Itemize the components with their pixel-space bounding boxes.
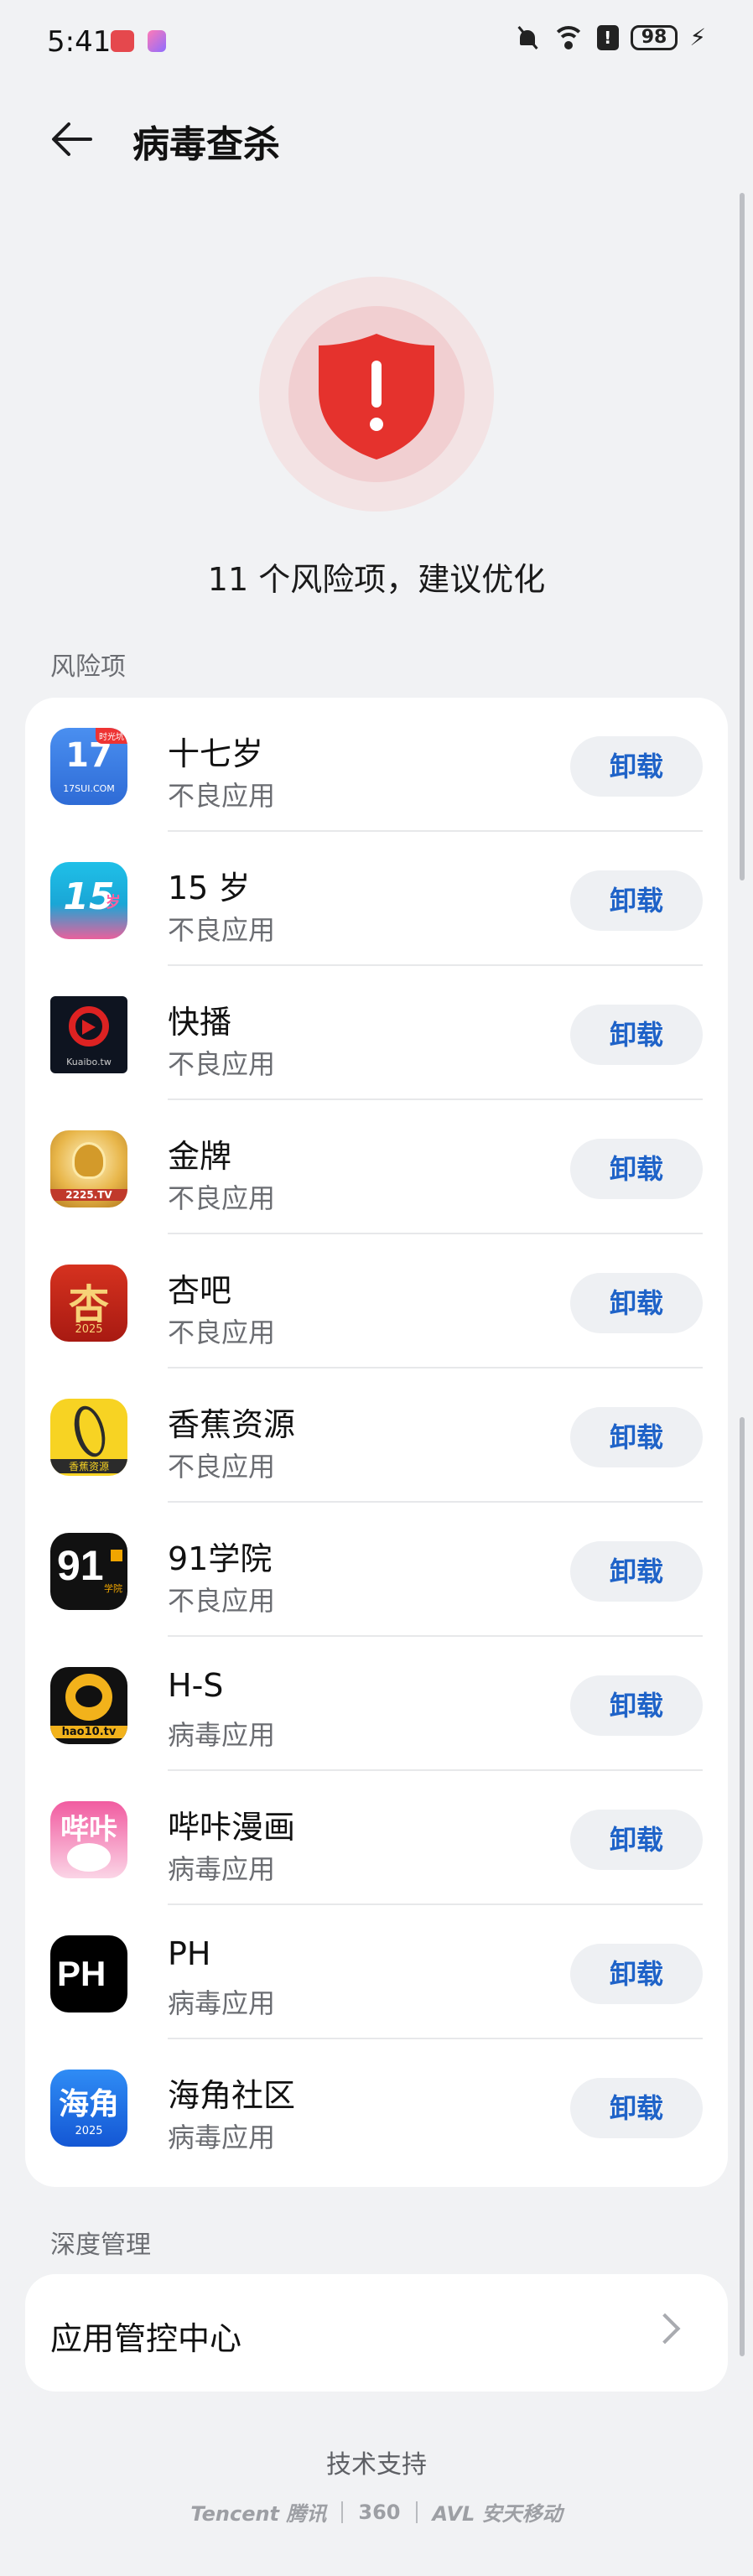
notification-icon	[148, 30, 166, 52]
scan-summary: 11 个风险项，建议优化	[207, 561, 546, 598]
app-name: H-S	[168, 1667, 224, 1704]
avl-logo: AVL 安天移动	[432, 2502, 563, 2526]
app-risk-type: 不良应用	[168, 1451, 276, 1483]
app-risk-type: 病毒应用	[168, 1987, 276, 2019]
app-name: PH	[168, 1935, 211, 1972]
shield-alert-icon	[319, 334, 434, 460]
app-haijiao-icon: 海角 2025	[50, 2070, 127, 2147]
virus-scan-page: 5:41 ! 98 ⚡ 病毒查杀 11 个风险项，建议优化 风险项 17 17S…	[0, 0, 753, 2576]
risk-list: 17 17SUI.COM 时光坑 十七岁 不良应用 卸载 15 岁 15 岁 不…	[25, 698, 728, 2187]
app-name: 十七岁	[168, 735, 264, 772]
app-name: 金牌	[168, 1138, 232, 1175]
list-item[interactable]: PH PH 病毒应用 卸载	[25, 1905, 728, 2039]
app-name: 快播	[168, 1004, 232, 1041]
list-item[interactable]: 91 学院 91学院 不良应用 卸载	[25, 1503, 728, 1637]
deep-section-label: 深度管理	[50, 2231, 151, 2260]
360-logo: 360	[358, 2500, 401, 2524]
alert-icon: !	[596, 24, 619, 50]
app-risk-type: 不良应用	[168, 780, 276, 812]
app-risk-type: 不良应用	[168, 1585, 276, 1617]
tech-support-label: 技术支持	[326, 2450, 427, 2480]
scrollbar[interactable]	[740, 1417, 745, 2356]
app-17sui-icon: 17 17SUI.COM 时光坑	[50, 728, 127, 805]
list-item[interactable]: 17 17SUI.COM 时光坑 十七岁 不良应用 卸载	[25, 698, 728, 832]
app-name: 海角社区	[168, 2077, 296, 2114]
app-15sui-icon: 15 岁	[50, 862, 127, 939]
app-picacomic-icon: 哔咔	[50, 1801, 127, 1878]
uninstall-button[interactable]: 卸载	[570, 736, 703, 797]
battery-icon: 98	[630, 24, 678, 50]
wifi-icon	[551, 24, 585, 51]
brand-logos: Tencent 腾讯 360 AVL 安天移动	[0, 2497, 753, 2527]
chevron-right-icon	[649, 2313, 681, 2345]
scrollbar[interactable]	[740, 193, 745, 880]
app-risk-type: 不良应用	[168, 1182, 276, 1214]
list-item[interactable]: hao10.tv H-S 病毒应用 卸载	[25, 1637, 728, 1771]
arrow-left-icon[interactable]	[49, 116, 96, 163]
app-jinpai-icon: 2225.TV	[50, 1130, 127, 1208]
tencent-logo: Tencent 腾讯	[190, 2502, 327, 2526]
list-item[interactable]: 海角 2025 海角社区 病毒应用 卸载	[25, 2039, 728, 2174]
uninstall-button[interactable]: 卸载	[570, 1005, 703, 1065]
page-title: 病毒查杀	[132, 123, 280, 166]
app-xingba-icon: 杏 2025	[50, 1265, 127, 1342]
uninstall-button[interactable]: 卸载	[570, 1675, 703, 1736]
app-control-center-label: 应用管控中心	[50, 2320, 242, 2357]
app-risk-type: 不良应用	[168, 1317, 276, 1348]
charging-icon: ⚡	[689, 23, 706, 51]
app-risk-type: 病毒应用	[168, 2122, 276, 2153]
mute-icon	[515, 25, 540, 50]
list-item[interactable]: 香蕉资源 香蕉资源 不良应用 卸载	[25, 1368, 728, 1503]
app-risk-type: 病毒应用	[168, 1853, 276, 1885]
list-item[interactable]: 2225.TV 金牌 不良应用 卸载	[25, 1100, 728, 1234]
list-item[interactable]: 哔咔 哔咔漫画 病毒应用 卸载	[25, 1771, 728, 1905]
app-risk-type: 不良应用	[168, 1048, 276, 1080]
app-name: 哔咔漫画	[168, 1809, 296, 1846]
risk-section-label: 风险项	[50, 652, 126, 682]
status-icons: ! 98 ⚡	[515, 23, 706, 51]
app-control-center-item[interactable]: 应用管控中心	[25, 2274, 728, 2392]
app-risk-type: 病毒应用	[168, 1719, 276, 1751]
notification-icon	[111, 30, 134, 52]
app-risk-type: 不良应用	[168, 914, 276, 946]
uninstall-button[interactable]: 卸载	[570, 2078, 703, 2138]
list-item[interactable]: Kuaibo.tw 快播 不良应用 卸载	[25, 966, 728, 1100]
uninstall-button[interactable]: 卸载	[570, 1541, 703, 1602]
app-banana-icon: 香蕉资源	[50, 1399, 127, 1476]
uninstall-button[interactable]: 卸载	[570, 1944, 703, 2004]
app-name: 杏吧	[168, 1272, 232, 1309]
app-name: 香蕉资源	[168, 1406, 296, 1443]
divider	[341, 2501, 344, 2523]
uninstall-button[interactable]: 卸载	[570, 1407, 703, 1467]
app-kuaibo-icon: Kuaibo.tw	[50, 996, 127, 1073]
app-ph-icon: PH	[50, 1935, 127, 2012]
app-name: 91学院	[168, 1540, 273, 1577]
app-hs-icon: hao10.tv	[50, 1667, 127, 1744]
status-bar: 5:41 ! 98 ⚡	[0, 0, 753, 84]
list-item[interactable]: 15 岁 15 岁 不良应用 卸载	[25, 832, 728, 966]
status-time: 5:41	[47, 25, 112, 59]
list-item[interactable]: 杏 2025 杏吧 不良应用 卸载	[25, 1234, 728, 1368]
uninstall-button[interactable]: 卸载	[570, 870, 703, 931]
uninstall-button[interactable]: 卸载	[570, 1139, 703, 1199]
app-name: 15 岁	[168, 870, 251, 906]
uninstall-button[interactable]: 卸载	[570, 1273, 703, 1333]
divider	[415, 2501, 418, 2523]
uninstall-button[interactable]: 卸载	[570, 1810, 703, 1870]
app-91-icon: 91 学院	[50, 1533, 127, 1610]
